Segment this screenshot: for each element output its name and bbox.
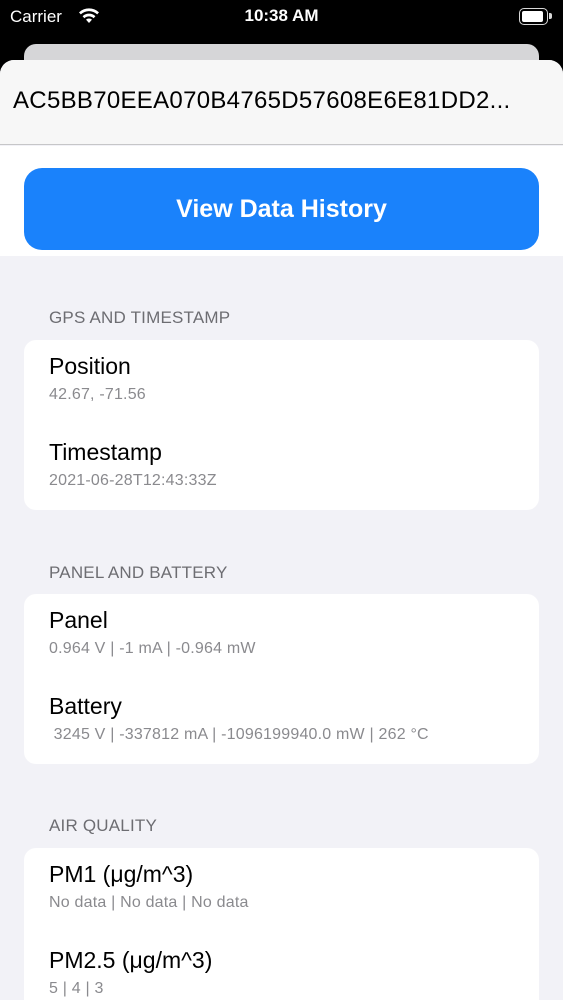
sheet-header: AC5BB70EEA070B4765D57608E6E81DD2... bbox=[0, 60, 563, 145]
air-quality-group: PM1 (μg/m^3) No data | No data | No data… bbox=[24, 848, 539, 1000]
view-data-history-button[interactable]: View Data History bbox=[24, 168, 539, 250]
gps-group: Position 42.67, -71.56 Timestamp 2021-06… bbox=[24, 340, 539, 510]
panel-value: 0.964 V | -1 mA | -0.964 mW bbox=[49, 640, 256, 657]
section-header-air: AIR QUALITY bbox=[49, 816, 158, 835]
section-header-gps: GPS AND TIMESTAMP bbox=[49, 308, 231, 327]
position-title: Position bbox=[49, 353, 131, 379]
battery-icon bbox=[519, 8, 552, 25]
timestamp-value: 2021-06-28T12:43:33Z bbox=[49, 472, 217, 489]
status-bar: Carrier 10:38 AM bbox=[0, 0, 563, 34]
pm1-value: No data | No data | No data bbox=[49, 894, 249, 911]
pm25-value: 5 | 4 | 3 bbox=[49, 980, 104, 997]
pm1-title: PM1 (μg/m^3) bbox=[49, 861, 194, 887]
panel-row: Panel 0.964 V | -1 mA | -0.964 mW bbox=[49, 607, 529, 658]
pm1-row: PM1 (μg/m^3) No data | No data | No data bbox=[49, 861, 529, 912]
battery-row: Battery 3245 V | -337812 mA | -109619994… bbox=[49, 693, 529, 744]
pm25-row: PM2.5 (μg/m^3) 5 | 4 | 3 bbox=[49, 947, 529, 998]
device-detail-sheet: AC5BB70EEA070B4765D57608E6E81DD2... View… bbox=[0, 60, 563, 1000]
position-row: Position 42.67, -71.56 bbox=[49, 353, 529, 404]
power-group: Panel 0.964 V | -1 mA | -0.964 mW Batter… bbox=[24, 594, 539, 764]
device-id-title: AC5BB70EEA070B4765D57608E6E81DD2... bbox=[13, 87, 511, 114]
battery-title: Battery bbox=[49, 693, 122, 719]
position-value: 42.67, -71.56 bbox=[49, 386, 146, 403]
timestamp-title: Timestamp bbox=[49, 439, 162, 465]
panel-title: Panel bbox=[49, 607, 108, 633]
button-area: View Data History bbox=[0, 146, 563, 256]
timestamp-row: Timestamp 2021-06-28T12:43:33Z bbox=[49, 439, 529, 490]
pm25-title: PM2.5 (μg/m^3) bbox=[49, 947, 213, 973]
battery-value: 3245 V | -337812 mA | -1096199940.0 mW |… bbox=[49, 726, 429, 743]
section-header-power: PANEL AND BATTERY bbox=[49, 563, 228, 582]
clock: 10:38 AM bbox=[244, 6, 319, 25]
